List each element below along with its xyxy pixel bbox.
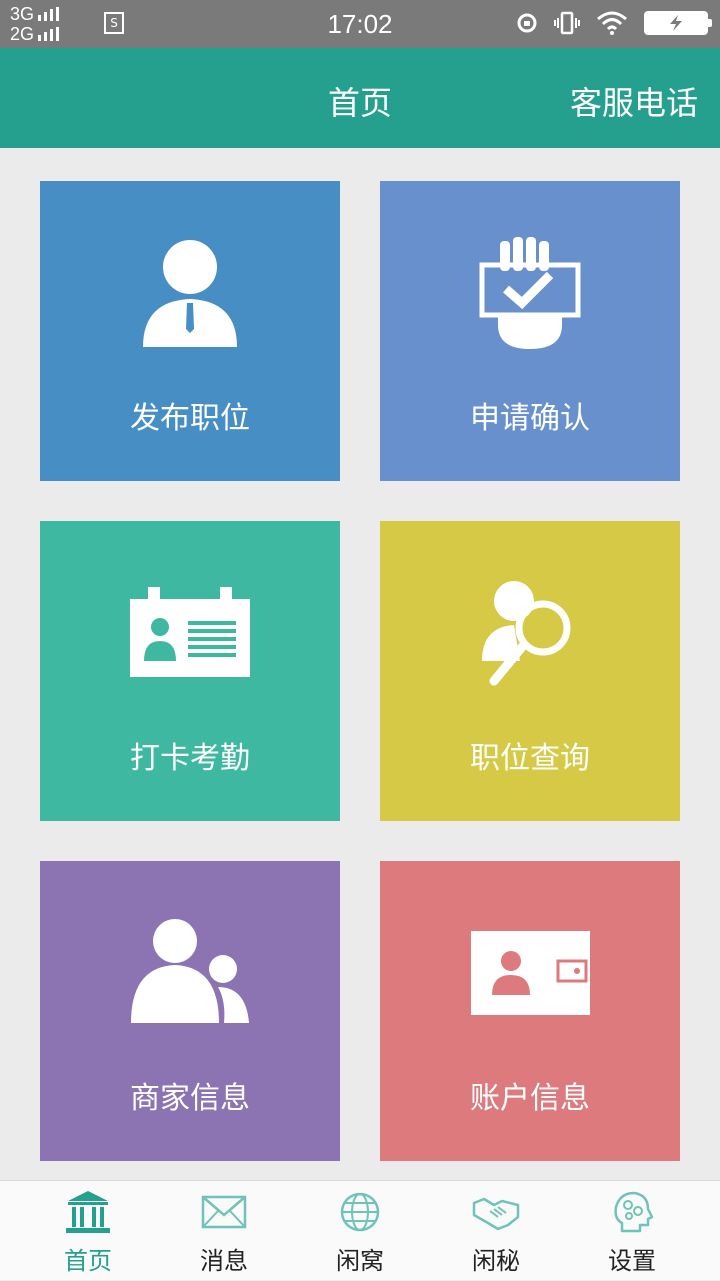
person-tie-icon <box>143 240 237 347</box>
tile-merchant-info[interactable]: 商家信息 <box>40 861 340 1161</box>
rotation-lock-icon <box>517 13 537 33</box>
person-search-icon <box>482 581 571 686</box>
tile-label: 职位查询 <box>470 741 590 776</box>
tile-label: 商家信息 <box>130 1081 250 1116</box>
tab-label: 首页 <box>64 1247 112 1275</box>
customer-service-phone-button[interactable]: 客服电话 <box>570 78 698 124</box>
tile-post-job[interactable]: 发布职位 <box>40 181 340 481</box>
bank-icon <box>66 1191 110 1233</box>
head-gears-icon <box>614 1191 654 1233</box>
tab-label: 消息 <box>200 1247 248 1275</box>
wallet-card-icon <box>471 931 590 1015</box>
tab-label: 闲秘 <box>472 1247 520 1275</box>
tile-attendance[interactable]: 打卡考勤 <box>40 521 340 821</box>
tab-xianwo[interactable]: 闲窝 <box>292 1181 428 1281</box>
tile-job-search[interactable]: 职位查询 <box>380 521 680 821</box>
tab-ximi[interactable]: 闲秘 <box>428 1181 564 1281</box>
tile-application-confirm[interactable]: 申请确认 <box>380 181 680 481</box>
globe-icon <box>340 1192 380 1232</box>
tab-settings[interactable]: 设置 <box>564 1181 700 1281</box>
bottom-tab-bar: 首页 消息 闲窝 闲秘 设置 <box>0 1180 720 1280</box>
status-icons <box>516 10 712 36</box>
tab-label: 设置 <box>608 1247 656 1275</box>
tile-label: 打卡考勤 <box>130 741 250 776</box>
battery-icon <box>644 11 712 35</box>
vibrate-icon <box>554 11 580 35</box>
id-card-icon <box>130 587 250 677</box>
tile-account-info[interactable]: 账户信息 <box>380 861 680 1161</box>
tile-label: 账户信息 <box>470 1081 590 1116</box>
status-bar: 3G 2G S 17:02 <box>0 0 720 48</box>
wifi-icon <box>597 11 627 35</box>
people-icon <box>131 919 249 1023</box>
hand-check-icon <box>479 237 581 349</box>
envelope-icon <box>201 1195 247 1229</box>
tab-messages[interactable]: 消息 <box>156 1181 292 1281</box>
tile-label: 发布职位 <box>130 401 250 436</box>
tab-label: 闲窝 <box>336 1247 384 1275</box>
tile-label: 申请确认 <box>470 401 590 436</box>
tab-home[interactable]: 首页 <box>20 1181 156 1281</box>
app-header: 首页 客服电话 <box>0 48 720 148</box>
handshake-icon <box>472 1197 520 1231</box>
